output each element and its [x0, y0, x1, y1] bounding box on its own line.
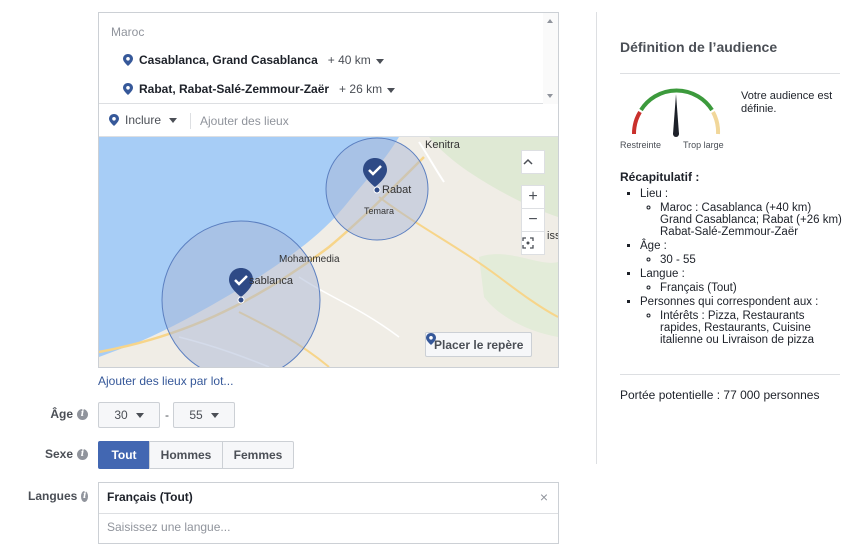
location-pin-icon: [426, 333, 436, 345]
chevron-down-icon: [169, 117, 178, 123]
map-label-partial: iss: [547, 230, 558, 242]
scroll-down-icon[interactable]: [547, 94, 553, 98]
audience-title: Définition de l’audience: [620, 39, 778, 55]
recap-label: Langue :: [640, 268, 685, 280]
gender-men-button[interactable]: Hommes: [149, 441, 223, 469]
location-item-rabat: Rabat, Rabat-Salé-Zemmour-Zaër + 26 km: [123, 81, 396, 97]
fullscreen-button[interactable]: [521, 231, 545, 255]
recap-label: Âge :: [640, 240, 667, 252]
recap-value: Français (Tout): [660, 282, 845, 294]
gauge-left-label: Restreinte: [620, 140, 662, 150]
bulk-add-link[interactable]: Ajouter des lieux par lot...: [98, 374, 233, 388]
recap-title: Récapitulatif :: [620, 170, 700, 184]
languages-box: Français (Tout) × Saisissez une langue..…: [98, 482, 559, 544]
location-list: Maroc Casablanca, Grand Casablanca + 40 …: [99, 13, 558, 104]
fullscreen-icon: [522, 237, 534, 249]
chevron-down-icon: [387, 88, 396, 93]
country-label: Maroc: [111, 25, 145, 39]
place-marker-button[interactable]: Placer le repère: [425, 332, 533, 357]
chevron-down-icon: [135, 412, 144, 418]
location-name: Casablanca, Grand Casablanca: [139, 53, 318, 67]
location-name: Rabat, Rabat-Salé-Zemmour-Zaër: [139, 82, 330, 96]
panel-divider: [596, 12, 597, 464]
location-pin-icon: [109, 114, 119, 126]
divider: [190, 113, 191, 129]
add-places-input[interactable]: Ajouter des lieux: [200, 114, 289, 128]
divider: [620, 73, 840, 74]
gender-field-label: Sexe i: [28, 447, 88, 461]
age-max-select[interactable]: 55: [173, 402, 235, 428]
location-pin-icon: [123, 54, 133, 66]
map-label-kenitra: Kenitra: [425, 139, 460, 151]
recap-list: Lieu : Maroc : Casablanca (+40 km) Grand…: [620, 186, 845, 348]
radius-value: + 40 km: [327, 53, 371, 67]
languages-label: Langues: [28, 489, 78, 503]
include-row: Inclure Ajouter des lieux: [99, 105, 558, 137]
gender-all-button[interactable]: Tout: [98, 441, 150, 469]
recap-item-age: Âge : 30 - 55: [640, 240, 845, 266]
recap-value: Maroc : Casablanca (+40 km) Grand Casabl…: [660, 202, 845, 238]
include-dropdown[interactable]: Inclure: [109, 113, 178, 127]
zoom-in-button[interactable]: +: [521, 185, 545, 209]
location-scrollbar[interactable]: [543, 13, 558, 104]
recap-value: 30 - 55: [660, 254, 845, 266]
languages-field-label: Langues i: [28, 489, 88, 503]
zoom-out-button[interactable]: −: [521, 208, 545, 232]
close-icon[interactable]: ×: [540, 489, 548, 505]
age-field-label: Âge i: [28, 407, 88, 421]
age-min-value: 30: [114, 408, 128, 422]
map-label-mohammedia: Mohammedia: [279, 254, 340, 265]
recap-item-language: Langue : Français (Tout): [640, 268, 845, 294]
gauge-status: Votre audience est définie.: [741, 90, 833, 115]
age-max-value: 55: [189, 408, 203, 422]
location-box: Maroc Casablanca, Grand Casablanca + 40 …: [98, 12, 559, 368]
info-icon[interactable]: i: [77, 408, 88, 420]
divider: [620, 374, 840, 375]
info-icon[interactable]: i: [77, 448, 88, 460]
age-separator: -: [165, 408, 169, 422]
scroll-up-icon[interactable]: [547, 19, 553, 23]
age-min-select[interactable]: 30: [98, 402, 160, 428]
recap-item-interests: Personnes qui correspondent aux : Intérê…: [640, 296, 845, 346]
chevron-up-icon: [523, 158, 533, 165]
language-token: Français (Tout): [107, 490, 193, 504]
map-label-casablanca: sablanca: [249, 275, 294, 287]
potential-reach: Portée potentielle : 77 000 personnes: [620, 388, 820, 402]
recap-label: Lieu :: [640, 188, 669, 200]
chevron-down-icon: [210, 412, 219, 418]
map[interactable]: Kenitra Rabat Temara Mohammedia sablanca…: [99, 137, 558, 367]
recap-value: Intérêts : Pizza, Restaurants rapides, R…: [660, 310, 845, 346]
map-collapse-button[interactable]: [521, 150, 545, 174]
chevron-down-icon: [376, 59, 385, 64]
location-item-casablanca: Casablanca, Grand Casablanca + 40 km: [123, 52, 385, 68]
place-marker-label: Placer le repère: [434, 337, 524, 352]
map-label-rabat: Rabat: [382, 184, 412, 196]
map-label-temara: Temara: [364, 206, 395, 216]
location-pin-icon: [123, 83, 133, 95]
gauge-right-label: Trop large: [683, 140, 724, 150]
divider: [99, 513, 558, 514]
language-input[interactable]: Saisissez une langue...: [107, 520, 230, 534]
info-icon[interactable]: i: [81, 490, 88, 502]
radius-value: + 26 km: [339, 82, 383, 96]
age-label: Âge: [50, 407, 73, 421]
audience-gauge: [631, 88, 721, 137]
include-label: Inclure: [125, 113, 162, 127]
recap-label: Personnes qui correspondent aux :: [640, 296, 819, 308]
gender-women-button[interactable]: Femmes: [222, 441, 294, 469]
radius-dropdown[interactable]: + 40 km: [327, 53, 385, 67]
recap-item-location: Lieu : Maroc : Casablanca (+40 km) Grand…: [640, 188, 845, 238]
gender-label: Sexe: [44, 447, 73, 461]
radius-dropdown[interactable]: + 26 km: [339, 82, 396, 96]
